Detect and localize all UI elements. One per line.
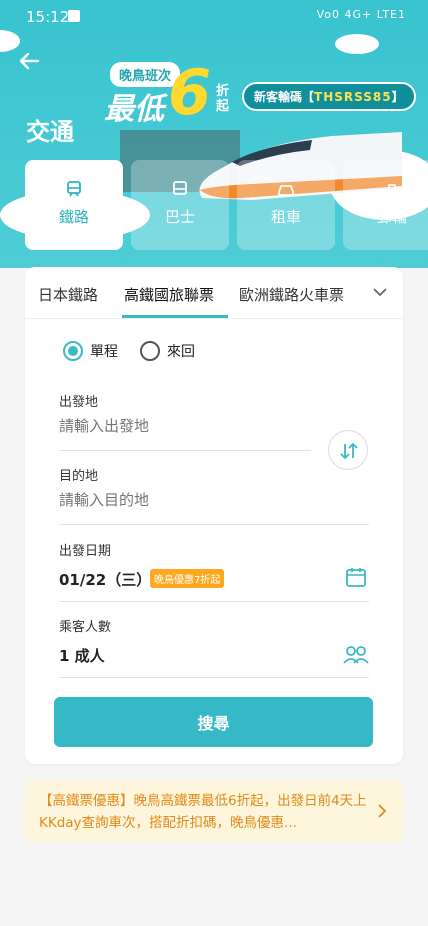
passengers-value[interactable]: 1 成人	[59, 645, 105, 666]
category-rail[interactable]: 鐵路	[25, 160, 123, 250]
chevron-right-icon	[378, 804, 387, 818]
destination-label: 目的地	[59, 469, 99, 484]
radio-dot	[140, 341, 160, 361]
people-icon[interactable]	[343, 645, 369, 665]
cloud-decoration	[335, 34, 379, 54]
late-bird-badge: 晚鳥優惠7折起	[150, 569, 225, 588]
chevron-down-icon[interactable]	[371, 283, 389, 301]
category-car[interactable]: 租車	[237, 160, 335, 250]
tab-japan-rail[interactable]: 日本鐵路	[38, 284, 98, 305]
divider	[59, 450, 311, 451]
coupon-suffix: 】	[391, 90, 404, 104]
ship-icon	[383, 184, 401, 197]
booking-card: 日本鐵路 高鐵國旅聯票 歐洲鐵路火車票 單程 來回 出發地 目的地 出發日期 0…	[25, 267, 403, 764]
radio-round-trip[interactable]: 來回	[140, 341, 195, 361]
category-cruise[interactable]: 郵輪	[343, 160, 428, 250]
departure-label: 出發地	[59, 395, 99, 410]
car-icon	[278, 185, 294, 196]
coupon-code: THSRSS85	[314, 90, 392, 104]
swap-arrows-icon	[340, 442, 358, 460]
date-value[interactable]: 01/22（三）	[59, 569, 151, 590]
active-tab-indicator	[122, 315, 228, 318]
promo-suffix: 折起	[216, 84, 230, 114]
tab-thsr-pass[interactable]: 高鐵國旅聯票	[124, 284, 214, 305]
category-label: 郵輪	[376, 208, 407, 226]
notice-text: 【高鐵票優惠】晚鳥高鐵票最低6折起，出發日前4天上KKday查詢車次，搭配折扣碼…	[39, 793, 367, 831]
divider	[59, 524, 369, 525]
destination-input[interactable]	[59, 491, 311, 509]
status-indicators: Vo0 4G+ LTE1	[316, 8, 406, 21]
divider	[59, 677, 369, 678]
passengers-label: 乘客人數	[59, 620, 112, 635]
status-time: 15:12	[26, 8, 70, 26]
radio-label: 單程	[90, 344, 118, 360]
coupon-prefix: 新客輸碼【	[254, 90, 315, 104]
category-label: 巴士	[164, 208, 195, 226]
rail-tabs: 日本鐵路 高鐵國旅聯票 歐洲鐵路火車票	[25, 267, 403, 319]
promo-headline: 最低	[104, 92, 164, 127]
divider	[59, 601, 369, 602]
category-nav: 鐵路 巴士 租車 郵輪	[25, 160, 428, 252]
promo-number: 6	[168, 56, 212, 129]
train-icon	[67, 181, 81, 197]
coupon-badge: 新客輸碼【THSRSS85】	[242, 82, 416, 111]
arrow-left-icon[interactable]	[16, 48, 42, 74]
page-title: 交通	[26, 118, 74, 146]
status-bar: 15:12 Vo0 4G+ LTE1	[0, 0, 428, 34]
calendar-icon[interactable]	[345, 566, 367, 588]
category-label: 租車	[270, 208, 301, 226]
swap-stations-button[interactable]	[328, 430, 368, 470]
radio-label: 來回	[167, 344, 195, 360]
radio-dot	[63, 341, 83, 361]
notification-check-icon	[68, 10, 80, 22]
bus-icon	[173, 181, 187, 195]
category-bus[interactable]: 巴士	[131, 160, 229, 250]
departure-input[interactable]	[59, 417, 311, 435]
radio-one-way[interactable]: 單程	[63, 341, 118, 361]
date-label: 出發日期	[59, 544, 112, 559]
search-button[interactable]: 搜尋	[54, 697, 373, 747]
tab-europe-rail[interactable]: 歐洲鐵路火車票	[239, 284, 344, 305]
category-label: 鐵路	[58, 208, 89, 226]
promo-notice[interactable]: 【高鐵票優惠】晚鳥高鐵票最低6折起，出發日前4天上KKday查詢車次，搭配折扣碼…	[25, 780, 403, 842]
